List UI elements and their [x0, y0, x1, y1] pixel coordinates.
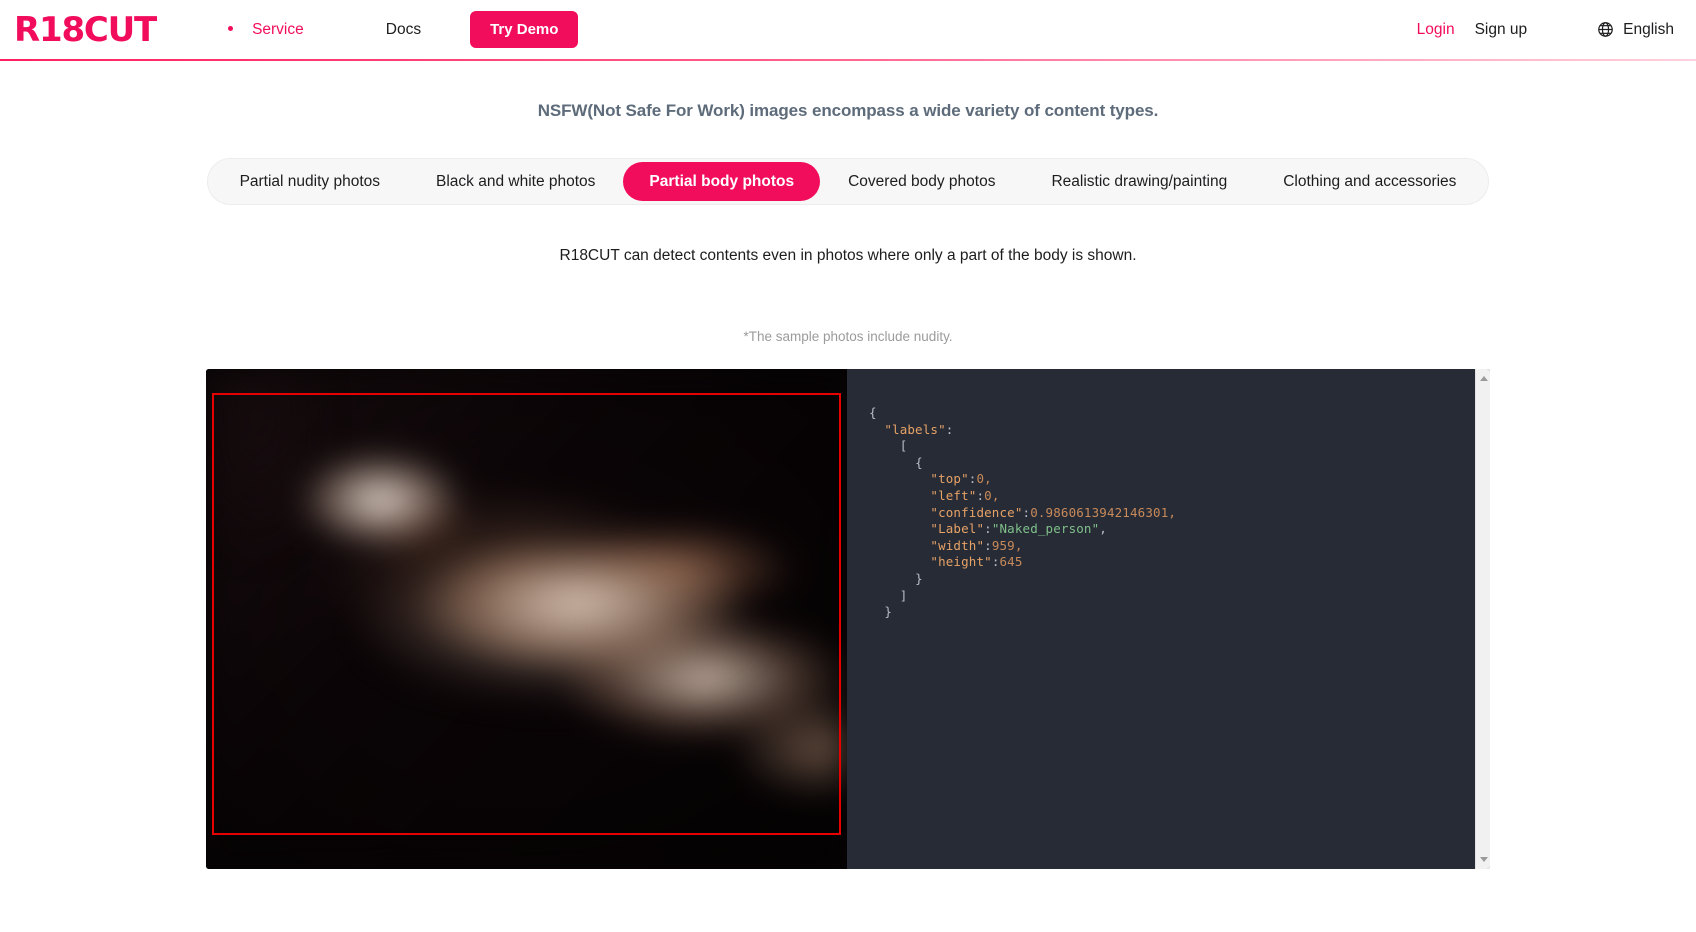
tab-partial-nudity-photos[interactable]: Partial nudity photos [212, 162, 408, 201]
scroll-down-arrow-icon[interactable] [1476, 852, 1490, 867]
login-link[interactable]: Login [1417, 21, 1455, 39]
nav-item-service[interactable]: Service [250, 15, 306, 45]
detection-result-panel: { "labels": [ { "top":0, "left":0, "conf… [847, 369, 1490, 869]
tab-black-and-white-photos[interactable]: Black and white photos [408, 162, 623, 201]
try-demo-button[interactable]: Try Demo [470, 11, 579, 48]
json-key-confidence: "confidence" [930, 504, 1023, 520]
json-scrollbar[interactable] [1475, 369, 1490, 869]
tab-covered-body-photos[interactable]: Covered body photos [820, 162, 1023, 201]
language-selector[interactable]: English [1597, 21, 1674, 39]
json-key-height: "height" [930, 554, 992, 570]
json-value-top: 0, [976, 471, 992, 487]
main-nav: Service Docs Try Demo [228, 11, 579, 48]
site-header: R18CUT Service Docs Try Demo Login Sign … [0, 0, 1696, 61]
category-tabs: Partial nudity photos Black and white ph… [206, 158, 1490, 205]
header-right-actions: Login Sign up English [1417, 21, 1696, 39]
tab-realistic-drawing-painting[interactable]: Realistic drawing/painting [1023, 162, 1255, 201]
json-key-label: "Label" [930, 521, 985, 537]
json-key-top: "top" [930, 471, 969, 487]
globe-icon [1598, 22, 1613, 37]
json-colon: : [945, 421, 954, 437]
json-value-left: 0, [984, 487, 1000, 503]
json-value-width: 959, [991, 537, 1023, 553]
photo-vignette [206, 369, 847, 869]
page-headline: NSFW(Not Safe For Work) images encompass… [537, 101, 1159, 120]
json-object-close: } [915, 570, 923, 586]
sample-photo-disclaimer: *The sample photos include nudity. [743, 329, 953, 344]
tab-partial-body-photos[interactable]: Partial body photos [623, 162, 821, 201]
category-tabs-container: Partial nudity photos Black and white ph… [0, 158, 1696, 205]
json-object-open: { [915, 454, 923, 470]
json-key-width: "width" [930, 537, 985, 553]
active-nav-dot-icon [228, 26, 234, 31]
demo-panel: { "labels": [ { "top":0, "left":0, "conf… [206, 369, 1490, 869]
sample-photo [206, 369, 847, 869]
json-key-left: "left" [930, 487, 977, 503]
json-brace-close: } [884, 604, 893, 620]
brand-logo[interactable]: R18CUT [14, 13, 157, 47]
nav-item-docs[interactable]: Docs [384, 15, 423, 45]
json-bracket-close: ] [899, 587, 908, 603]
json-bracket-open: [ [899, 438, 908, 454]
json-value-height: 645 [999, 554, 1023, 570]
json-key-labels: "labels" [884, 421, 946, 437]
json-value-confidence: 0.9860613942146301, [1030, 504, 1177, 520]
tab-clothing-and-accessories[interactable]: Clothing and accessories [1255, 162, 1484, 201]
tab-description: R18CUT can detect contents even in photo… [559, 247, 1137, 264]
json-comma: , [1099, 521, 1107, 537]
main-content: NSFW(Not Safe For Work) images encompass… [0, 101, 1696, 869]
language-label: English [1623, 20, 1674, 38]
scroll-up-arrow-icon[interactable] [1476, 371, 1490, 386]
json-brace-open: { [869, 405, 877, 420]
detection-json: { "labels": [ { "top":0, "left":0, "conf… [869, 405, 1177, 620]
json-value-label: "Naked_person" [991, 521, 1100, 537]
signup-link[interactable]: Sign up [1475, 21, 1528, 39]
